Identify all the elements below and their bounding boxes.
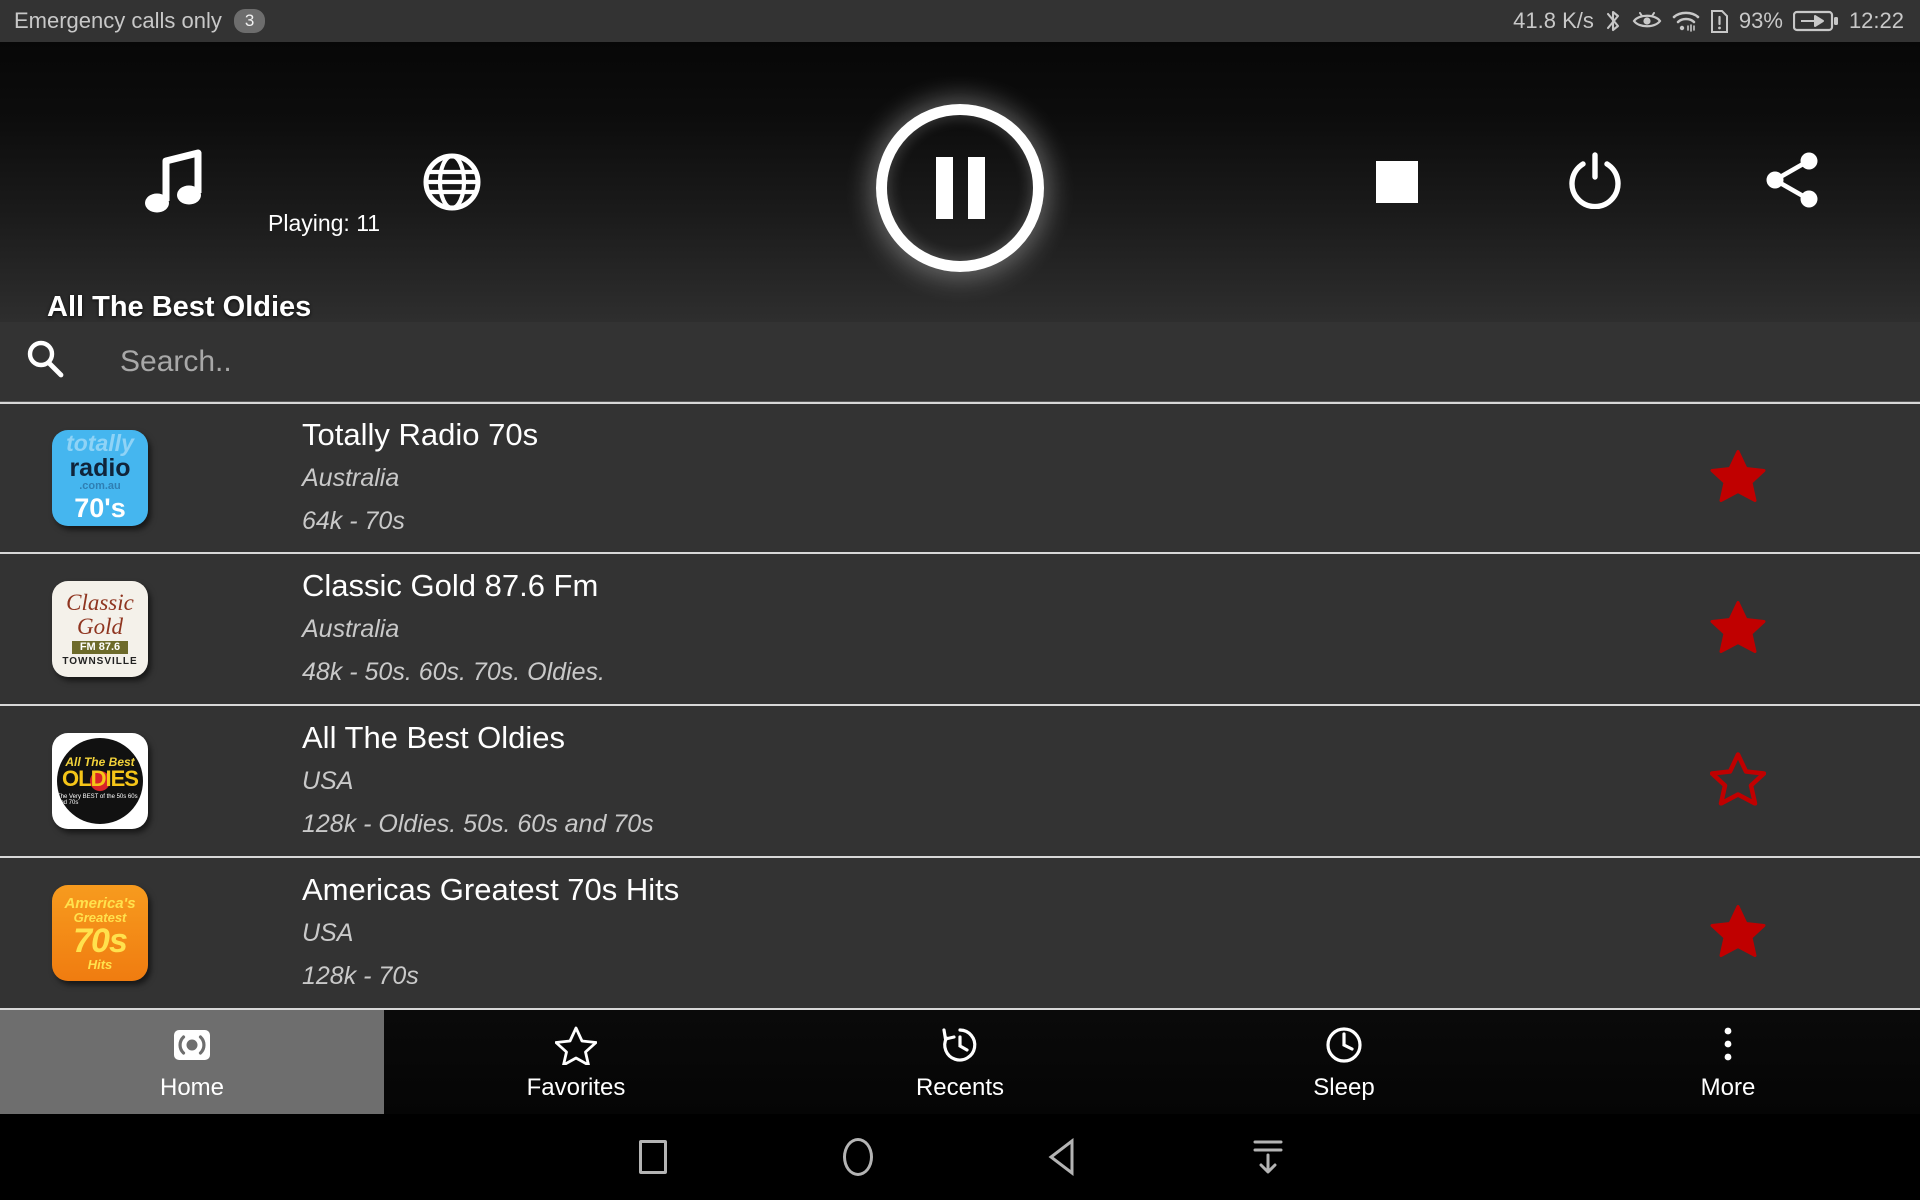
triangle-back-icon[interactable] (960, 1138, 1165, 1176)
station-logo: America's Greatest 70s Hits (52, 885, 148, 981)
station-logo: totally radio .com.au 70's (52, 430, 148, 526)
carrier-text: Emergency calls only (14, 8, 222, 33)
station-country: Australia (302, 464, 400, 492)
station-country: USA (302, 767, 354, 795)
table-row[interactable]: Classic Gold FM 87.6 TOWNSVILLE Classic … (0, 554, 1920, 706)
now-playing-title: All The Best Oldies (47, 291, 312, 323)
history-icon (939, 1023, 981, 1067)
share-button[interactable] (1760, 147, 1826, 213)
logo-line: America's (64, 894, 136, 912)
eye-care-icon (1632, 9, 1662, 33)
playing-count-label: Playing: 11 (268, 210, 381, 236)
station-list[interactable]: totally radio .com.au 70's Totally Radio… (0, 402, 1920, 1032)
logo-line: FM 87.6 (71, 641, 129, 654)
logo-line: 70's (74, 493, 126, 523)
favorite-star-icon[interactable] (1710, 449, 1766, 508)
bluetooth-icon (1604, 8, 1622, 34)
station-name: Americas Greatest 70s Hits (302, 872, 680, 907)
app-root: Emergency calls only 3 41.8 K/s 93% 12:2… (0, 0, 1920, 1200)
battery-charging-icon (1792, 9, 1839, 33)
status-bar-left: Emergency calls only 3 (14, 8, 266, 34)
stop-icon (1376, 161, 1418, 203)
nav-label: Recents (915, 1073, 1005, 1101)
overflow-menu-icon (1721, 1023, 1735, 1067)
status-bar: Emergency calls only 3 41.8 K/s 93% 12:2… (0, 0, 1920, 42)
search-bar[interactable] (0, 322, 1920, 402)
station-details: 128k - 70s (302, 962, 419, 990)
logo-line: OLDIES (62, 766, 139, 791)
station-info: Classic Gold 87.6 Fm Australia 48k - 50s… (302, 564, 605, 694)
clock-text: 12:22 (1848, 8, 1904, 33)
bottom-navigation: Home Favorites Recents Sleep More (0, 1010, 1920, 1114)
star-outline-icon (555, 1023, 597, 1067)
favorite-star-icon[interactable] (1710, 904, 1766, 963)
logo-line: Gold (77, 614, 123, 639)
wifi-icon (1672, 9, 1700, 33)
hide-navbar-icon[interactable] (1165, 1137, 1370, 1177)
power-button[interactable] (1562, 147, 1628, 213)
table-row[interactable]: totally radio .com.au 70's Totally Radio… (0, 402, 1920, 554)
logo-line: The Very BEST of the 50s 60s and 70s (57, 794, 138, 806)
station-country: Australia (302, 615, 400, 643)
logo-line: TOWNSVILLE (62, 656, 138, 667)
nav-item-sleep[interactable]: Sleep (1152, 1010, 1536, 1114)
station-name: Totally Radio 70s (302, 417, 539, 452)
notification-count-badge: 3 (233, 9, 266, 33)
play-pause-button[interactable] (876, 104, 1044, 272)
favorite-star-icon[interactable] (1709, 752, 1767, 811)
nav-label: Sleep (1313, 1073, 1375, 1101)
station-logo: All The Best OLDIES The Very BEST of the… (52, 733, 148, 829)
nav-item-home[interactable]: Home (0, 1010, 384, 1114)
globe-icon[interactable] (420, 150, 484, 214)
station-info: Americas Greatest 70s Hits USA 128k - 70… (302, 868, 679, 998)
station-info: Totally Radio 70s Australia 64k - 70s (302, 413, 538, 543)
logo-line: Hits (87, 956, 113, 972)
station-logo: Classic Gold FM 87.6 TOWNSVILLE (52, 581, 148, 677)
search-icon (24, 338, 66, 385)
station-name: Classic Gold 87.6 Fm (302, 568, 599, 603)
station-details: 64k - 70s (302, 507, 405, 535)
station-details: 48k - 50s. 60s. 70s. Oldies. (302, 658, 605, 686)
logo-line: totally (66, 430, 134, 456)
status-bar-right: 41.8 K/s 93% 12:22 (1513, 8, 1904, 34)
nav-item-more[interactable]: More (1536, 1010, 1920, 1114)
square-recents-icon[interactable] (550, 1140, 755, 1174)
logo-line: Classic (66, 590, 134, 615)
station-country: USA (302, 919, 354, 947)
station-details: 128k - Oldies. 50s. 60s and 70s (302, 810, 654, 838)
music-note-icon[interactable] (140, 147, 210, 217)
player-header: Playing: 11 All The Best Oldies (0, 42, 1920, 323)
logo-line: radio (69, 454, 131, 482)
nav-item-recents[interactable]: Recents (768, 1010, 1152, 1114)
nav-label: More (1700, 1073, 1756, 1101)
clock-icon (1323, 1023, 1365, 1067)
sim-card-alert-icon (1710, 9, 1729, 34)
network-speed-text: 41.8 K/s (1513, 8, 1594, 33)
stop-button[interactable] (1365, 150, 1429, 214)
table-row[interactable]: All The Best OLDIES The Very BEST of the… (0, 706, 1920, 858)
logo-line: 70s (73, 921, 128, 960)
pause-icon (935, 157, 985, 219)
search-input[interactable] (120, 344, 1520, 379)
circle-home-icon[interactable] (755, 1138, 960, 1176)
station-name: All The Best Oldies (302, 720, 566, 755)
logo-line: .com.au (79, 480, 121, 492)
vinyl-record-icon: All The Best OLDIES The Very BEST of the… (57, 738, 143, 824)
nav-label: Home (159, 1073, 225, 1101)
battery-percent-text: 93% (1738, 8, 1783, 33)
nav-label: Favorites (526, 1073, 626, 1101)
table-row[interactable]: America's Greatest 70s Hits Americas Gre… (0, 858, 1920, 1010)
station-info: All The Best Oldies USA 128k - Oldies. 5… (302, 716, 654, 846)
broadcast-icon (171, 1023, 213, 1067)
android-navigation-bar (0, 1114, 1920, 1200)
favorite-star-icon[interactable] (1710, 600, 1766, 659)
nav-item-favorites[interactable]: Favorites (384, 1010, 768, 1114)
